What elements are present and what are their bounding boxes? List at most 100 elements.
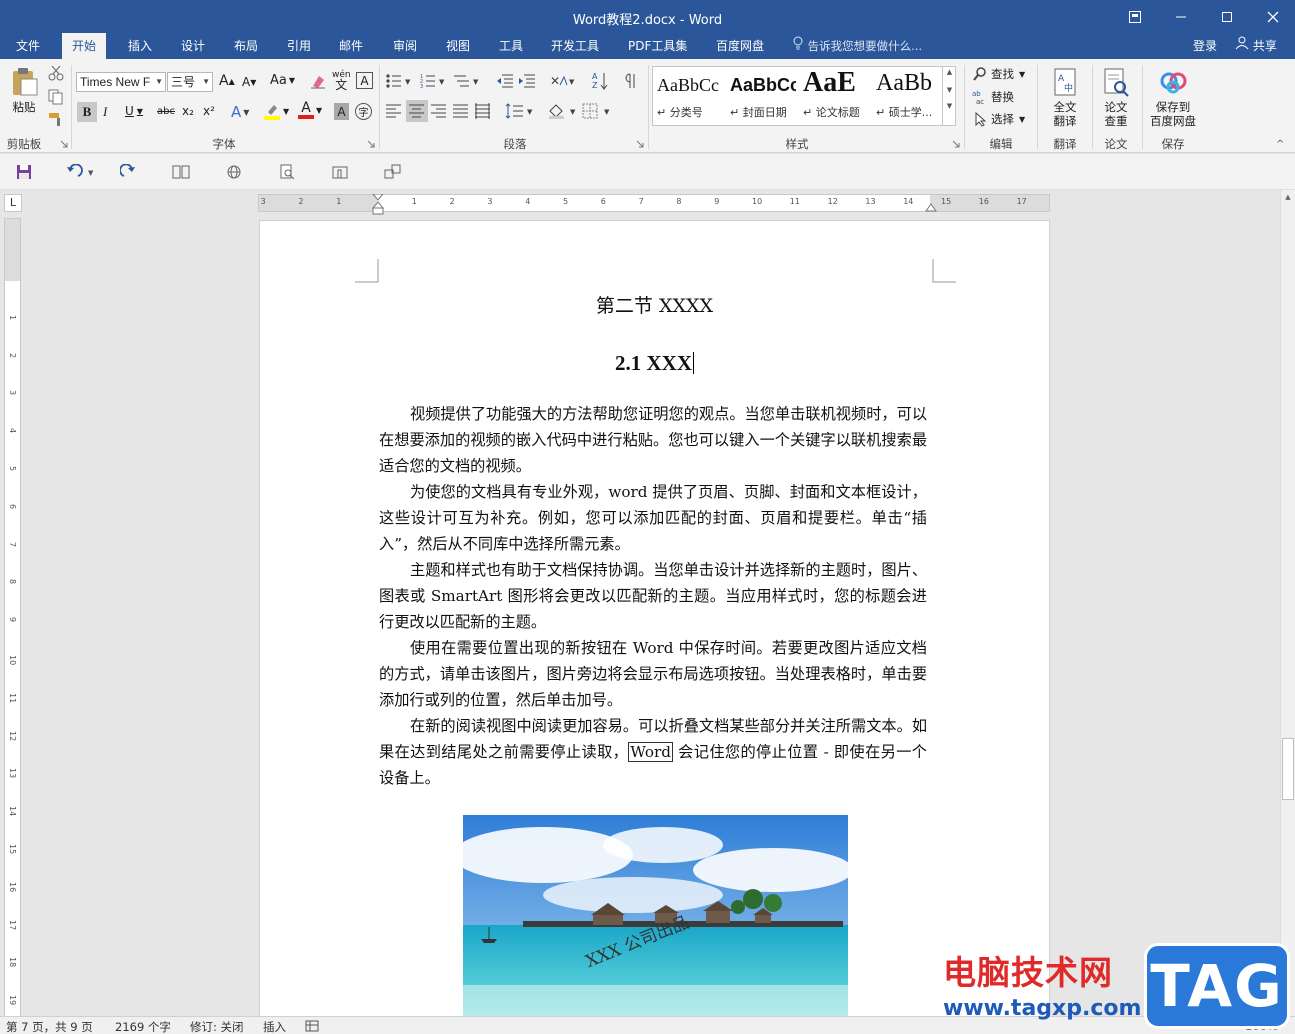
tell-me-search[interactable]: 告诉我您想要做什么... [792, 33, 922, 59]
dialog-launcher-icon[interactable] [60, 140, 68, 148]
enclose-char-button[interactable]: 字 [355, 103, 372, 120]
customize-qat-icon[interactable] [383, 162, 403, 182]
scroll-up-icon[interactable]: ▲ [1281, 193, 1295, 201]
change-case-button[interactable]: Aa ▼ [270, 73, 295, 88]
font-color-button[interactable]: A ▼ [298, 101, 322, 119]
share-button[interactable]: 共享 [1235, 33, 1277, 59]
copy-icon[interactable] [48, 89, 64, 105]
horizontal-ruler[interactable]: 3 2 1 1 2 3 4 5 6 7 8 9 10 11 12 13 14 15 16 17 [258, 194, 1050, 215]
right-indent-marker-icon[interactable] [925, 202, 937, 212]
vertical-ruler[interactable]: 1 2 3 4 5 6 7 8 9 10 11 12 13 14 15 16 17 18 19 [4, 218, 21, 1017]
font-name-combobox[interactable]: Times New F ▼ [76, 72, 166, 92]
increase-indent-icon[interactable] [518, 73, 536, 89]
touch-mode-icon[interactable] [330, 162, 350, 182]
login-link[interactable]: 登录 [1193, 33, 1217, 59]
redo-icon[interactable] [118, 162, 138, 182]
subscript-button[interactable]: x₂ [182, 104, 194, 118]
save-icon[interactable] [14, 162, 34, 182]
justify-icon[interactable] [453, 104, 469, 118]
tab-developer[interactable]: 开发工具 [541, 33, 609, 59]
full-text-translate-button[interactable]: A中 全文 翻译 [1044, 67, 1086, 128]
line-spacing-icon[interactable]: ▼ [505, 103, 535, 119]
shading-icon[interactable]: ▼ [548, 103, 578, 119]
underline-button[interactable]: U ▼ [125, 104, 143, 118]
cut-icon[interactable] [48, 65, 64, 81]
tab-pdf-tools[interactable]: PDF工具集 [618, 33, 697, 59]
minimize-icon[interactable] [1158, 0, 1204, 33]
find-button[interactable]: 查找 ▼ [972, 66, 1025, 82]
save-to-netdisk-button[interactable]: 保存到 百度网盘 [1146, 67, 1200, 128]
highlight-button[interactable]: ▼ [263, 102, 289, 120]
track-changes-status[interactable]: 修订: 关闭 [190, 1019, 244, 1034]
close-icon[interactable] [1250, 0, 1295, 33]
replace-button[interactable]: ab ac 替换 [972, 89, 1014, 105]
undo-icon[interactable]: ▼ [64, 162, 98, 182]
superscript-button[interactable]: x² [203, 104, 215, 118]
style-item[interactable]: AaE ↵ 论文标题 [799, 67, 871, 125]
char-shading-button[interactable]: A [334, 103, 349, 120]
paste-button[interactable]: 粘贴 [6, 67, 42, 114]
tab-review[interactable]: 审阅 [383, 33, 427, 59]
body-paragraph[interactable]: 使用在需要位置出现的新按钮在 Word 中保存时间。若要更改图片适应文档的方式，… [379, 635, 927, 713]
tab-home[interactable]: 开始 [62, 33, 107, 59]
decrease-indent-icon[interactable] [496, 73, 514, 89]
body-paragraph[interactable]: 视频提供了功能强大的方法帮助您证明您的观点。当您单击联机视频时，可以在想要添加的… [379, 401, 927, 479]
gallery-more-icon[interactable]: ▼ [943, 102, 956, 110]
body-paragraph[interactable]: 在新的阅读视图中阅读更加容易。可以折叠文档某些部分并关注所需文本。如果在达到结尾… [379, 713, 927, 791]
select-button[interactable]: 选择 ▼ [972, 111, 1025, 127]
tab-file[interactable]: 文件 [6, 33, 50, 59]
style-item[interactable]: AaBbCc ↵ 封面日期 [726, 67, 798, 125]
align-left-icon[interactable] [386, 104, 402, 118]
scrollbar-thumb[interactable] [1282, 738, 1294, 800]
shrink-font-button[interactable]: A ▼ [242, 75, 256, 89]
ribbon-display-icon[interactable] [1112, 0, 1158, 33]
grow-font-button[interactable]: A ▲ [219, 73, 235, 89]
text-effects-button[interactable]: A ▼ [231, 103, 249, 121]
tab-view[interactable]: 视图 [436, 33, 480, 59]
maximize-icon[interactable] [1204, 0, 1250, 33]
tab-references[interactable]: 引用 [277, 33, 321, 59]
page-count[interactable]: 第 7 页，共 9 页 [6, 1019, 93, 1034]
strikethrough-button[interactable]: abc [157, 106, 175, 117]
indent-marker-icon[interactable] [372, 194, 384, 222]
distributed-icon[interactable] [475, 103, 491, 119]
show-marks-icon[interactable] [624, 72, 638, 90]
section-heading[interactable]: 第二节 XXXX [260, 291, 1049, 318]
style-item[interactable]: AaBbCc ↵ 分类号 [653, 67, 725, 125]
align-center-icon[interactable] [406, 100, 428, 122]
vertical-scrollbar[interactable]: ▲ [1280, 190, 1295, 1016]
paper-check-button[interactable]: 论文 查重 [1096, 67, 1136, 128]
tab-selector[interactable]: L [4, 194, 22, 212]
collapse-ribbon-icon[interactable]: ^ [1276, 139, 1284, 150]
clear-format-icon[interactable] [310, 73, 326, 89]
web-layout-icon[interactable] [224, 162, 244, 182]
dialog-launcher-icon[interactable] [952, 140, 960, 148]
style-item[interactable]: AaBb ↵ 硕士学... [872, 67, 944, 125]
chevron-up-icon[interactable]: ▲ [943, 68, 956, 76]
bold-button[interactable]: B [77, 102, 97, 122]
borders-icon[interactable]: ▼ [582, 103, 612, 119]
body-paragraph[interactable]: 为使您的文档具有专业外观，word 提供了页眉、页脚、封面和文本框设计，这些设计… [379, 479, 927, 557]
subsection-heading[interactable]: 2.1 XXX [260, 351, 1049, 376]
font-size-combobox[interactable]: 三号 ▼ [167, 72, 213, 92]
insert-mode[interactable]: 插入 [263, 1019, 286, 1034]
italic-button[interactable]: I [103, 104, 107, 120]
word-count[interactable]: 2169 个字 [115, 1019, 171, 1034]
format-painter-icon[interactable] [48, 111, 64, 127]
tab-insert[interactable]: 插入 [118, 33, 162, 59]
chevron-down-icon[interactable]: ▼ [943, 86, 956, 94]
char-border-button[interactable]: A [356, 72, 373, 89]
multilevel-list-icon[interactable]: ▼ [454, 73, 480, 89]
macro-record-icon[interactable] [305, 1020, 319, 1032]
print-preview-icon[interactable] [277, 162, 297, 182]
beach-image[interactable]: XXX 公司出品 [463, 815, 848, 1017]
tab-mailings[interactable]: 邮件 [329, 33, 373, 59]
read-mode-icon[interactable] [171, 162, 191, 182]
body-paragraph[interactable]: 主题和样式也有助于文档保持协调。当您单击设计并选择新的主题时，图片、图表或 Sm… [379, 557, 927, 635]
tab-layout[interactable]: 布局 [224, 33, 268, 59]
dialog-launcher-icon[interactable] [636, 140, 644, 148]
sort-icon[interactable]: AZ [592, 71, 608, 91]
phonetic-guide-button[interactable]: wén 文 [332, 70, 351, 91]
styles-gallery-scroll[interactable]: ▲ ▼ ▼ [942, 66, 956, 126]
dialog-launcher-icon[interactable] [367, 140, 375, 148]
